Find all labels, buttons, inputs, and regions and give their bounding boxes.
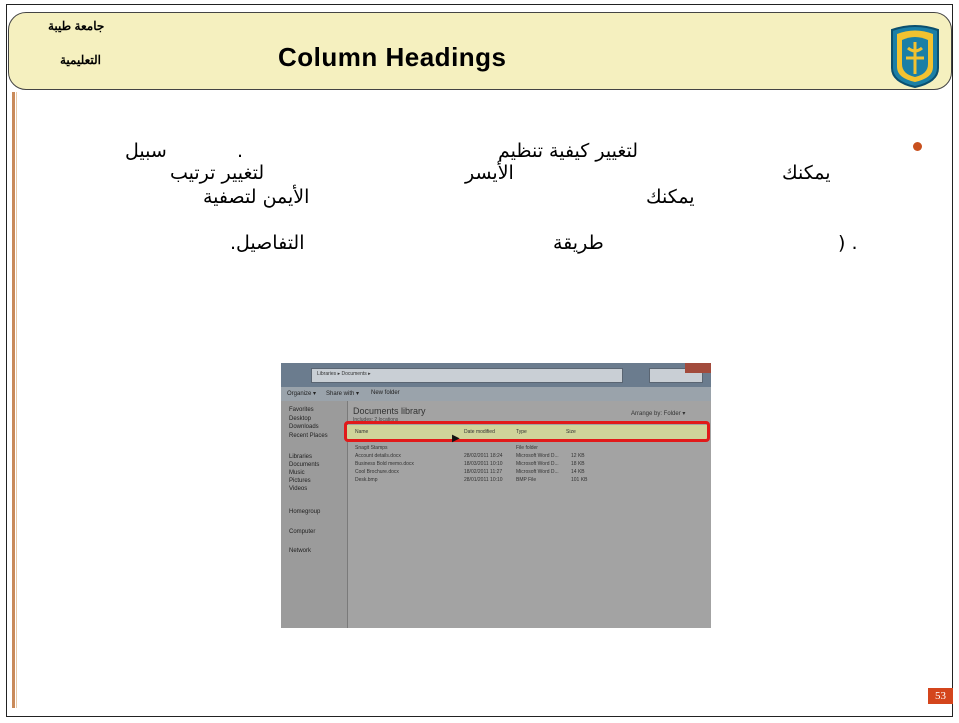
body-text-line3-b: الأيمن لتصفية bbox=[203, 186, 310, 208]
left-accent-bar bbox=[12, 92, 15, 708]
explorer-screenshot: Libraries ▸ Documents ▸ Organize ▾ Share… bbox=[281, 363, 711, 628]
page-number-badge: 53 bbox=[928, 688, 953, 704]
file-row-type: BMP File bbox=[516, 477, 537, 483]
nav-item-documents: Documents bbox=[289, 462, 320, 468]
explorer-organize-menu: Organize ▾ bbox=[287, 391, 317, 397]
nav-item-favorites: Favorites bbox=[289, 407, 314, 413]
nav-item-videos: Videos bbox=[289, 486, 308, 492]
left-accent-line bbox=[16, 92, 17, 708]
file-row-date: 18/02/2011 11:27 bbox=[464, 469, 503, 475]
file-row-size: 18 KB bbox=[571, 461, 585, 467]
file-row-type: Microsoft Word D... bbox=[516, 453, 559, 459]
body-text-line4-b: طريقة bbox=[553, 232, 604, 254]
mouse-cursor-icon: ▶ bbox=[452, 433, 460, 444]
body-text-line2-c: لتغيير ترتيب bbox=[170, 162, 265, 184]
file-row-type: File folder bbox=[516, 445, 538, 451]
nav-item-network: Network bbox=[289, 548, 312, 554]
explorer-address-text: Libraries ▸ Documents ▸ bbox=[317, 371, 371, 377]
file-row-size: 14 KB bbox=[571, 469, 585, 475]
bullet-icon bbox=[913, 142, 922, 151]
file-row-date: 18/03/2011 10:10 bbox=[464, 461, 503, 467]
file-row-size: 101 KB bbox=[571, 477, 588, 483]
body-text-line2-b: الأيسر bbox=[465, 162, 514, 184]
body-text-line4-c: التفاصيل. bbox=[230, 232, 305, 254]
explorer-nav-pane: Favorites Desktop Downloads Recent Place… bbox=[281, 401, 348, 628]
file-row-size: 12 KB bbox=[571, 453, 585, 459]
nav-item-music: Music bbox=[289, 470, 305, 476]
column-headings-highlight bbox=[344, 421, 710, 442]
body-text-line3-a: يمكنك bbox=[646, 186, 695, 208]
body-text-line1-c: سبيل bbox=[125, 140, 167, 162]
university-name-line1: جامعة طيبة bbox=[48, 19, 105, 33]
slide-title: Column Headings bbox=[278, 42, 507, 72]
file-row-name: Account details.docx bbox=[355, 453, 401, 459]
body-text-line1-b: . bbox=[237, 140, 244, 162]
explorer-share-menu: Share with ▾ bbox=[326, 391, 360, 397]
university-name-line2: التعليمية bbox=[60, 53, 101, 67]
nav-item-computer: Computer bbox=[289, 529, 316, 535]
explorer-new-folder: New folder bbox=[371, 390, 400, 396]
file-row-name: Desk.bmp bbox=[355, 477, 378, 483]
nav-item-libraries: Libraries bbox=[289, 454, 313, 460]
nav-item-pictures: Pictures bbox=[289, 478, 311, 484]
nav-item-homegroup: Homegroup bbox=[289, 509, 321, 515]
file-row-type: Microsoft Word D... bbox=[516, 461, 559, 467]
nav-item-desktop: Desktop bbox=[289, 416, 312, 422]
library-title: Documents library bbox=[353, 406, 426, 416]
body-text-line2-a: يمكنك bbox=[782, 162, 831, 184]
explorer-close-icon bbox=[685, 363, 711, 373]
file-row-date: 28/02/2011 18:24 bbox=[464, 453, 503, 459]
file-row-date: 28/01/2011 10:10 bbox=[464, 477, 503, 483]
body-text-line4-a: . ( bbox=[838, 232, 858, 254]
file-row-name: Business Bold memo.docx bbox=[355, 461, 414, 467]
file-row-name: Cool Brochure.docx bbox=[355, 469, 399, 475]
body-text-line1-a: لتغيير كيفية تنظيم bbox=[498, 140, 639, 162]
university-logo-icon bbox=[891, 25, 939, 88]
arrange-by: Arrange by: Folder ▾ bbox=[631, 411, 686, 417]
nav-item-downloads: Downloads bbox=[289, 424, 319, 430]
nav-item-recent: Recent Places bbox=[289, 433, 328, 439]
file-row-name: Snagit Stamps bbox=[355, 445, 388, 451]
file-row-type: Microsoft Word D... bbox=[516, 469, 559, 475]
